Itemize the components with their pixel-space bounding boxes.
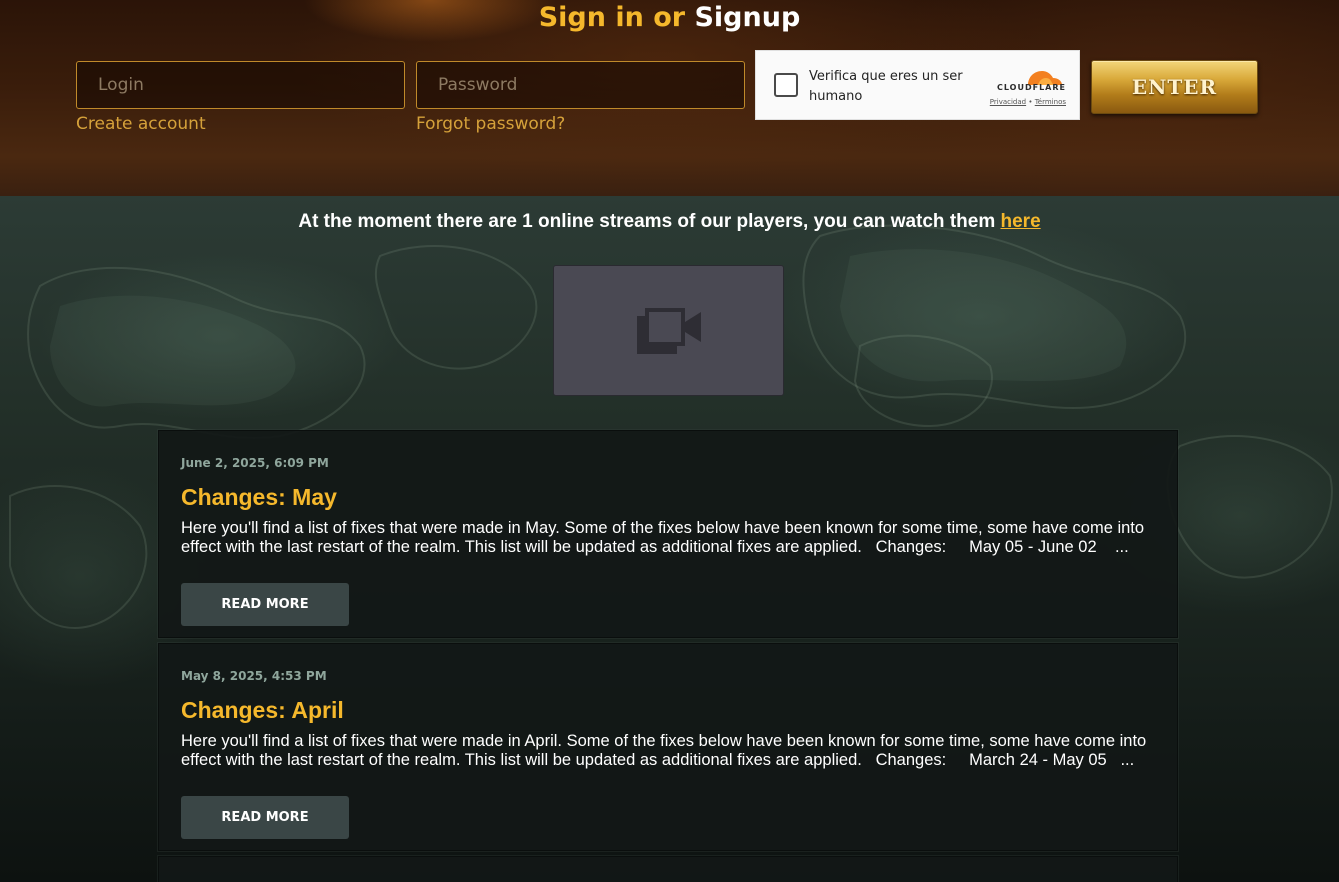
captcha-privacy-link[interactable]: Privacidad	[990, 98, 1026, 106]
news-card-partial	[158, 856, 1178, 882]
video-camera-icon	[637, 308, 701, 354]
enter-button[interactable]: ENTER	[1091, 60, 1258, 114]
read-more-button[interactable]: READ MORE	[181, 583, 349, 626]
stream-video-placeholder[interactable]	[553, 265, 784, 396]
news-card: May 8, 2025, 4:53 PM Changes: April Here…	[158, 643, 1178, 851]
streams-here-link[interactable]: here	[1001, 211, 1041, 232]
read-more-button[interactable]: READ MORE	[181, 796, 349, 839]
signin-title-prefix: Sign in or	[538, 2, 686, 33]
signin-title: Sign in or Signup	[0, 0, 1339, 36]
captcha-checkbox[interactable]	[774, 73, 798, 97]
news-date: June 2, 2025, 6:09 PM	[181, 456, 329, 470]
streams-notice-text: At the moment there are 1 online streams…	[298, 211, 1001, 232]
captcha-terms-link[interactable]: Términos	[1035, 98, 1066, 106]
signin-header: Sign in or Signup Create account Forgot …	[0, 0, 1339, 197]
page: Sign in or Signup Create account Forgot …	[0, 0, 1339, 882]
news-excerpt: Here you'll find a list of fixes that we…	[181, 519, 1149, 556]
streams-notice: At the moment there are 1 online streams…	[0, 210, 1339, 234]
captcha-label: Verifica que eres un ser humano	[809, 69, 963, 104]
news-date: May 8, 2025, 4:53 PM	[181, 669, 327, 683]
news-excerpt: Here you'll find a list of fixes that we…	[181, 732, 1151, 769]
captcha-links-separator: •	[1028, 98, 1033, 106]
news-card: June 2, 2025, 6:09 PM Changes: May Here …	[158, 430, 1178, 638]
news-title[interactable]: Changes: May	[181, 483, 337, 511]
forgot-password-link[interactable]: Forgot password?	[416, 113, 565, 135]
login-input[interactable]	[76, 61, 405, 109]
create-account-link[interactable]: Create account	[76, 113, 206, 135]
password-input[interactable]	[416, 61, 745, 109]
cloudflare-brand: CLOUDFLARE	[997, 83, 1066, 92]
signup-title-word[interactable]: Signup	[694, 2, 800, 33]
news-title[interactable]: Changes: April	[181, 696, 344, 724]
captcha-links: Privacidad • Términos	[962, 98, 1066, 106]
cloudflare-captcha-widget: Verifica que eres un ser humano CLOUDFLA…	[755, 50, 1080, 120]
